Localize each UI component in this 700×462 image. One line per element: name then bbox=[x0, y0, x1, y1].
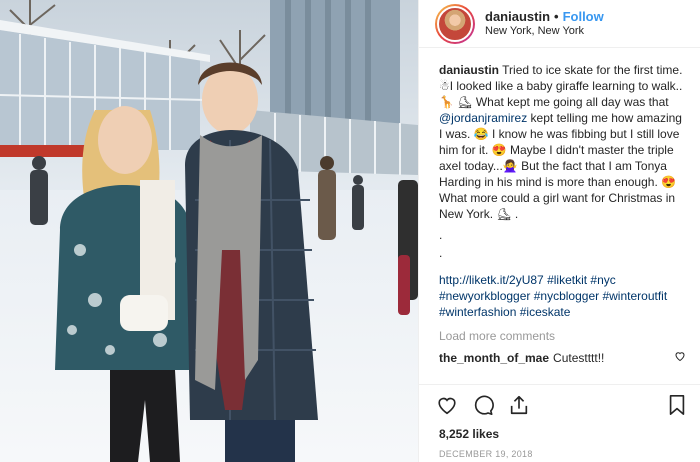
hashtag[interactable]: #nyc bbox=[590, 273, 615, 287]
likes-count[interactable]: 8,252 likes bbox=[439, 427, 499, 441]
hashtag[interactable]: #newyorkblogger bbox=[439, 289, 530, 303]
post-photo[interactable] bbox=[0, 0, 418, 462]
follow-button[interactable]: Follow bbox=[563, 9, 604, 25]
caption-link[interactable]: http://liketk.it/2yU87 bbox=[439, 273, 544, 287]
comment-text: Cutestttt!! bbox=[553, 351, 605, 365]
comment-like-heart-icon[interactable] bbox=[674, 350, 686, 366]
caption-dot-line: . bbox=[439, 246, 443, 260]
hashtag[interactable]: #nycblogger bbox=[534, 289, 599, 303]
comment-item: the_month_of_mae Cutestttt!! bbox=[439, 350, 686, 366]
avatar-image bbox=[437, 5, 473, 42]
header-text: daniaustin • Follow New York, New York bbox=[485, 9, 604, 39]
comment-item-clipped bbox=[439, 370, 686, 378]
hashtag[interactable]: #winteroutfit bbox=[602, 289, 667, 303]
username-row: daniaustin • Follow bbox=[485, 9, 604, 25]
separator-dot: • bbox=[554, 8, 559, 24]
post-date: DECEMBER 19, 2018 bbox=[439, 449, 533, 459]
caption-dot-line: . bbox=[439, 228, 443, 242]
heart-icon[interactable] bbox=[435, 393, 459, 417]
caption-dots: . . bbox=[439, 226, 686, 262]
share-icon[interactable] bbox=[507, 393, 531, 417]
comments-section[interactable]: daniaustin Tried to ice skate for the fi… bbox=[419, 48, 700, 380]
post-header: daniaustin • Follow New York, New York bbox=[419, 0, 700, 48]
post-location[interactable]: New York, New York bbox=[485, 25, 604, 39]
post-photo-illustration bbox=[0, 0, 418, 462]
hashtag[interactable]: #winterfashion bbox=[439, 305, 516, 319]
avatar[interactable] bbox=[435, 3, 475, 44]
comment-username[interactable]: the_month_of_mae bbox=[439, 350, 549, 366]
caption-mention[interactable]: @jordanjramirez bbox=[439, 111, 527, 125]
comment-icon[interactable] bbox=[471, 393, 495, 417]
hashtag[interactable]: #liketkit bbox=[547, 273, 587, 287]
post-panel: daniaustin • Follow New York, New York d… bbox=[418, 0, 700, 462]
bookmark-icon[interactable] bbox=[665, 393, 689, 417]
load-more-comments-button[interactable]: Load more comments bbox=[439, 328, 686, 344]
caption: daniaustin Tried to ice skate for the fi… bbox=[439, 62, 686, 320]
caption-links: http://liketk.it/2yU87 #liketkit #nyc #n… bbox=[439, 272, 686, 320]
post-username[interactable]: daniaustin bbox=[485, 9, 550, 25]
caption-username[interactable]: daniaustin bbox=[439, 63, 499, 77]
action-bar bbox=[419, 384, 700, 424]
caption-text-2: kept telling me how amazing I was. 😂 I k… bbox=[439, 111, 682, 221]
hashtag[interactable]: #iceskate bbox=[520, 305, 571, 319]
